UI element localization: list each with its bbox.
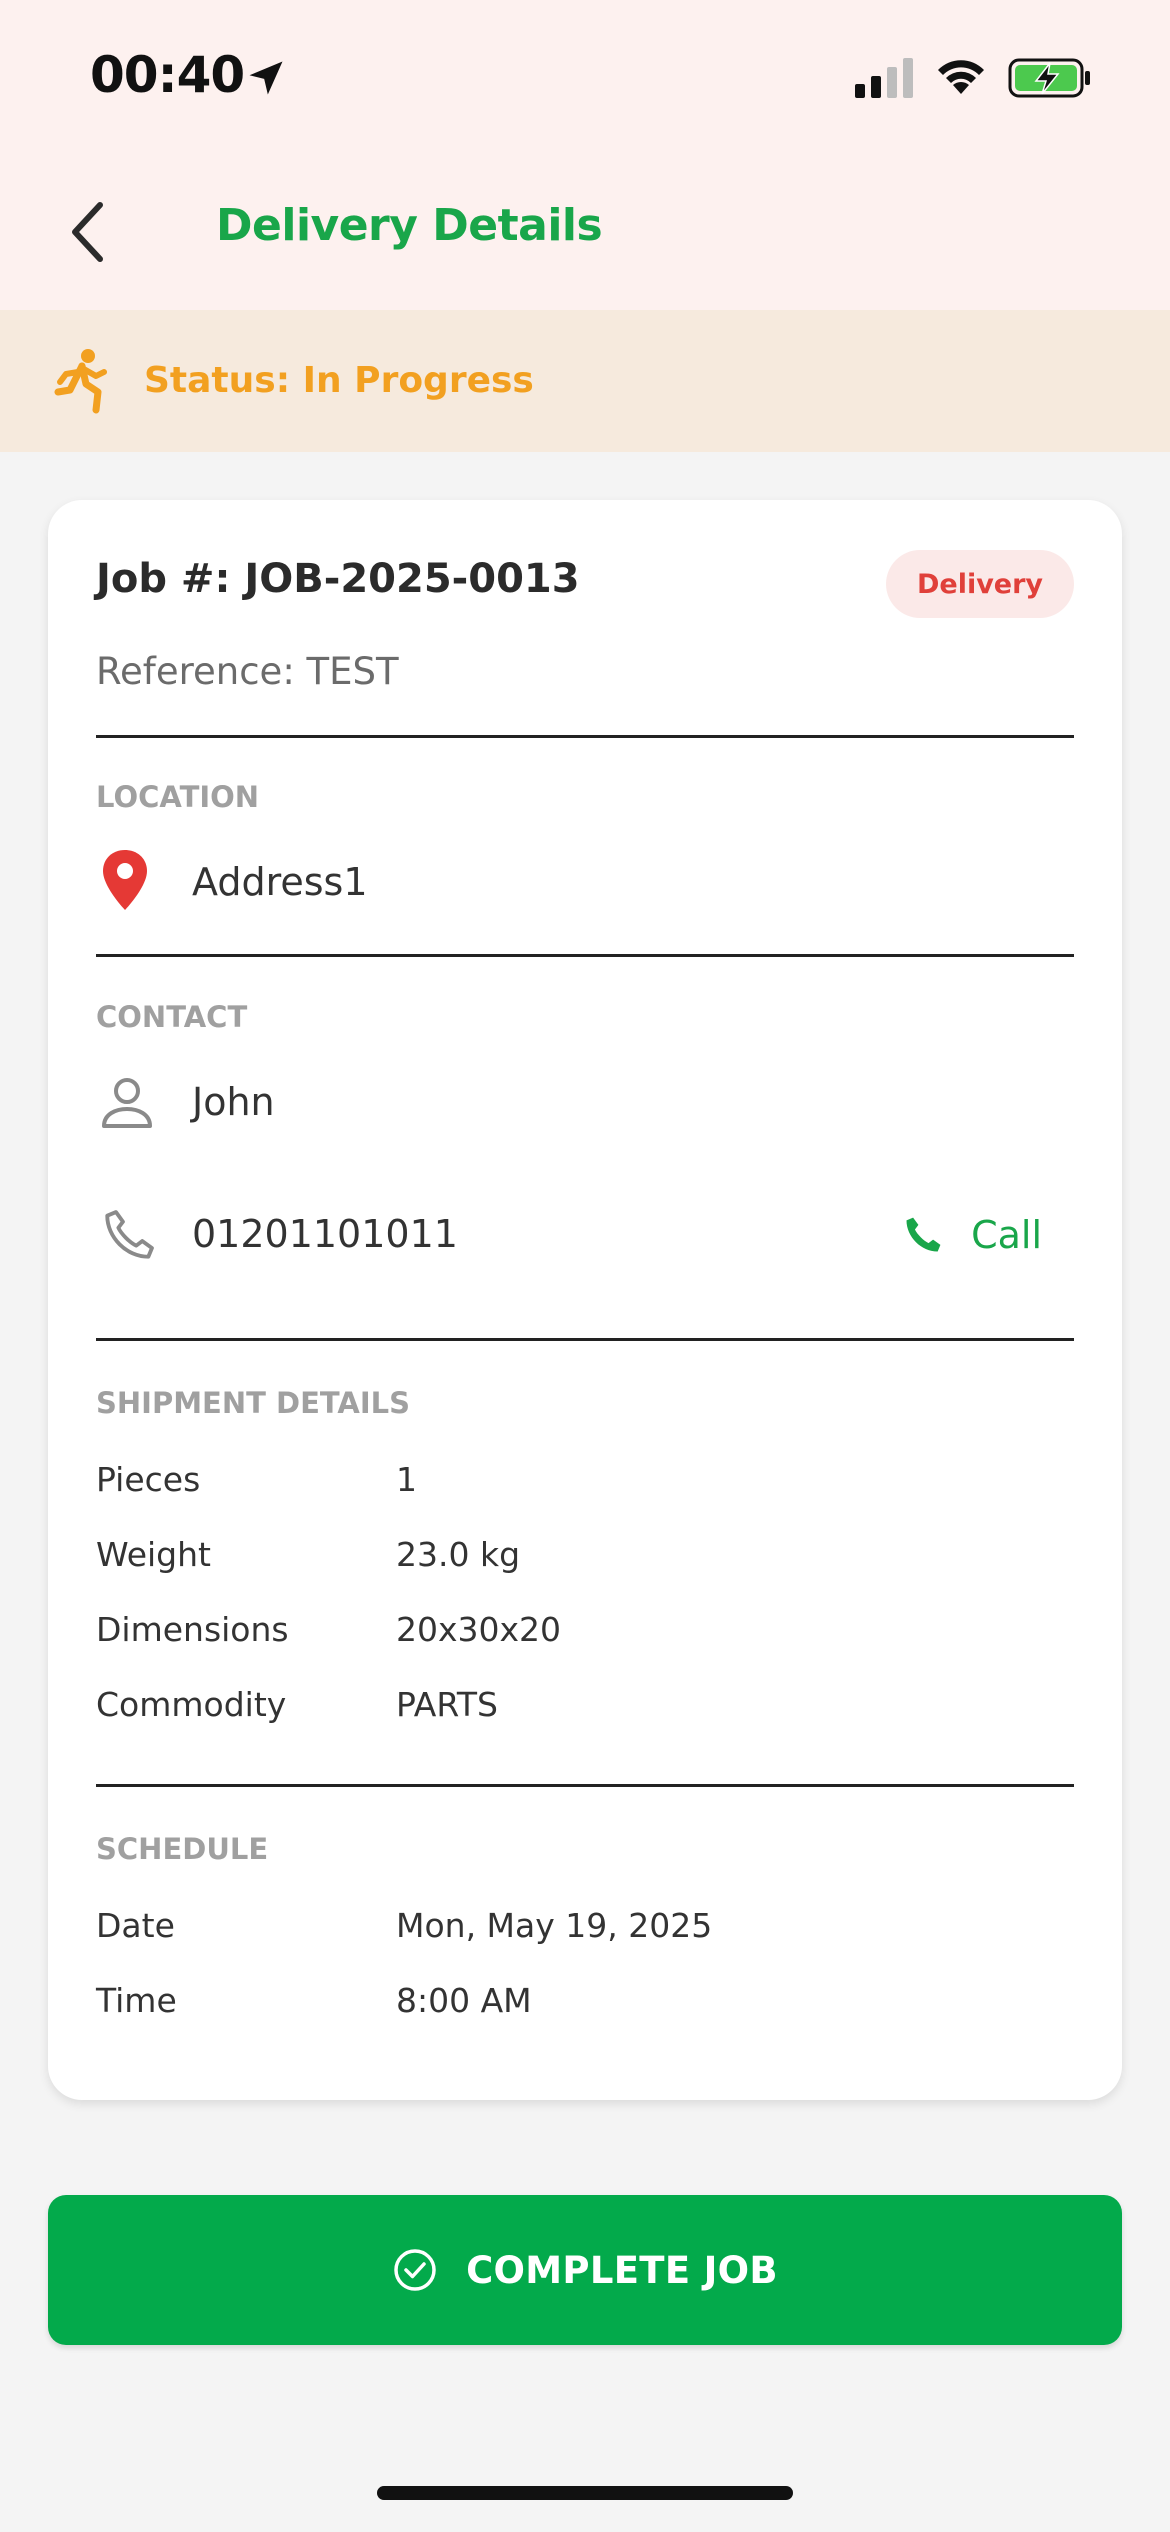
map-pin-icon (103, 850, 147, 910)
schedule-key-time: Time (96, 1981, 177, 2020)
shipment-section-label: SHIPMENT DETAILS (96, 1386, 411, 1420)
complete-job-button[interactable]: COMPLETE JOB (48, 2195, 1122, 2345)
contact-section-label: CONTACT (96, 1000, 248, 1034)
app-header: Delivery Details (0, 154, 1170, 310)
battery-charging-icon (1008, 58, 1090, 98)
schedule-key-date: Date (96, 1906, 175, 1945)
status-time: 00:40 (90, 46, 245, 104)
chevron-left-icon (72, 202, 103, 262)
status-bar: 00:40 (0, 0, 1170, 154)
home-indicator (377, 2486, 793, 2500)
divider (96, 954, 1074, 957)
schedule-section-label: SCHEDULE (96, 1832, 269, 1866)
shipment-value-commodity: PARTS (396, 1685, 498, 1724)
shipment-key-dimensions: Dimensions (96, 1610, 289, 1649)
shipment-value-dimensions: 20x30x20 (396, 1610, 562, 1649)
signal-icon (855, 58, 913, 98)
back-button[interactable] (52, 194, 122, 270)
job-reference: Reference: TEST (96, 650, 399, 693)
job-details-card: Job #: JOB-2025-0013 Delivery Reference:… (48, 500, 1122, 2100)
contact-phone: 01201101011 (192, 1212, 458, 1256)
status-banner: Status: In Progress (0, 310, 1170, 452)
divider (96, 1338, 1074, 1341)
phone-icon (906, 1217, 941, 1252)
wifi-icon (938, 60, 984, 94)
job-type-badge: Delivery (886, 550, 1074, 618)
check-circle-icon (394, 2249, 436, 2291)
job-number: Job #: JOB-2025-0013 (96, 556, 580, 602)
page-title: Delivery Details (216, 200, 603, 251)
shipment-value-weight: 23.0 kg (396, 1535, 521, 1574)
schedule-value-time: 8:00 AM (396, 1981, 532, 2020)
shipment-key-weight: Weight (96, 1535, 211, 1574)
divider (96, 735, 1074, 738)
location-address: Address1 (192, 860, 368, 904)
shipment-key-pieces: Pieces (96, 1460, 201, 1499)
divider (96, 1784, 1074, 1787)
contact-name: John (192, 1080, 275, 1124)
running-person-icon (54, 349, 107, 414)
schedule-value-date: Mon, May 19, 2025 (396, 1906, 713, 1945)
complete-job-label: COMPLETE JOB (466, 2248, 778, 2292)
location-arrow-icon (249, 61, 283, 95)
person-icon (102, 1078, 152, 1128)
location-section-label: LOCATION (96, 780, 260, 814)
job-status-text: Status: In Progress (144, 360, 534, 401)
shipment-value-pieces: 1 (396, 1460, 417, 1499)
call-button[interactable]: Call (901, 1200, 1042, 1270)
shipment-key-commodity: Commodity (96, 1685, 287, 1724)
phone-icon (105, 1210, 154, 1259)
call-label: Call (971, 1213, 1042, 1257)
